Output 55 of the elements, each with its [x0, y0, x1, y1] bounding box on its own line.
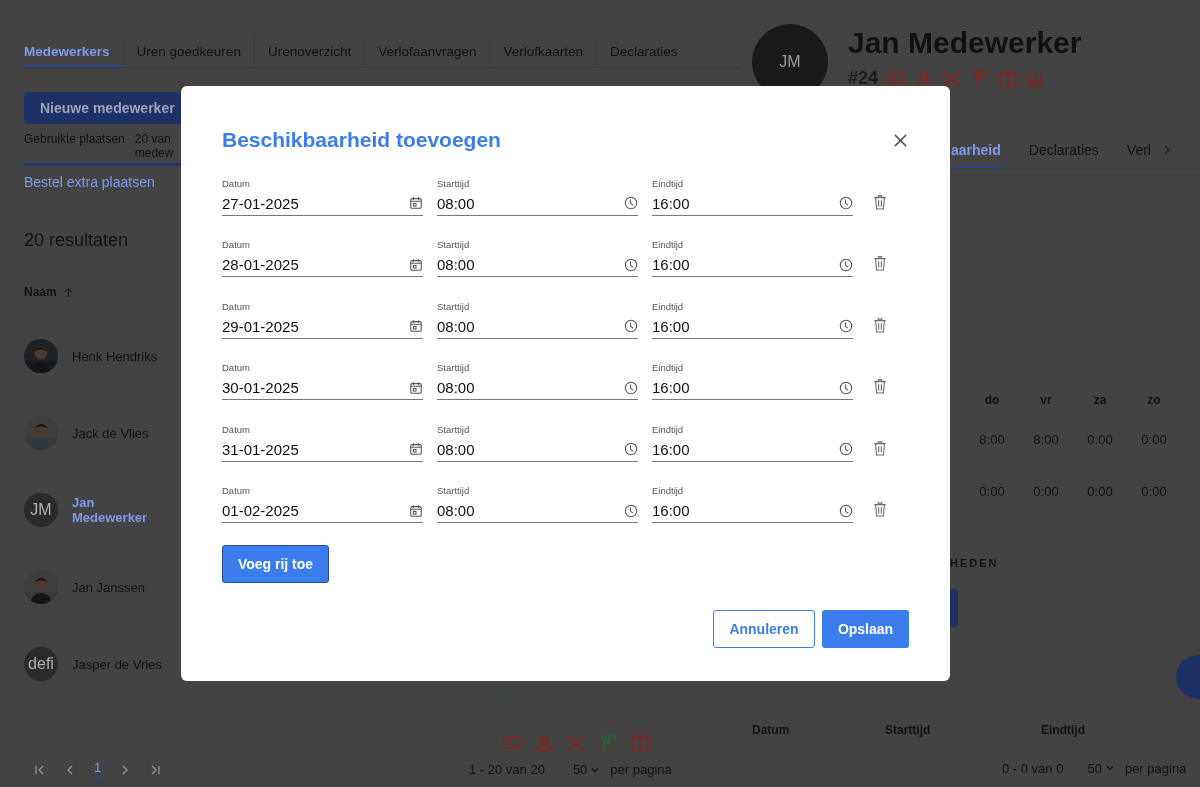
clock-icon[interactable] — [839, 380, 853, 395]
input-field[interactable]: Eindtijd 16:00 — [652, 300, 853, 339]
trash-icon[interactable] — [873, 439, 887, 456]
clock-icon[interactable] — [839, 319, 853, 333]
clock-icon[interactable] — [624, 442, 638, 456]
trash-icon[interactable] — [873, 193, 887, 210]
cancel-button[interactable]: Annuleren — [713, 610, 815, 648]
input-field[interactable]: Starttijd 08:00 — [437, 239, 638, 277]
add-row-button[interactable]: Voeg rij toe — [222, 545, 329, 583]
calendar-icon[interactable] — [409, 319, 423, 333]
calendar-icon[interactable] — [409, 442, 423, 456]
input-field[interactable]: Eindtijd 16:00 — [652, 485, 853, 523]
input-field[interactable]: Datum 27-01-2025 — [222, 177, 423, 216]
input-field[interactable]: Starttijd 08:00 — [437, 177, 638, 216]
input-field[interactable]: Starttijd 08:00 — [437, 423, 638, 462]
employee-name[interactable]: Jan Medewerker — [72, 495, 162, 526]
trash-icon[interactable] — [873, 378, 887, 394]
first-page-icon[interactable] — [34, 763, 46, 776]
avatar: JM — [24, 493, 58, 528]
calendar-icon[interactable] — [409, 380, 423, 395]
input-field[interactable]: Starttijd 08:00 — [437, 362, 638, 400]
avatar: defi — [24, 647, 58, 682]
clock-icon[interactable] — [624, 503, 638, 518]
calendar-icon[interactable] — [409, 503, 423, 518]
input-field[interactable]: Eindtijd 16:00 — [652, 177, 853, 216]
tab[interactable]: Medewerkers — [24, 36, 123, 67]
calendar-icon[interactable] — [409, 196, 423, 210]
dialog-title: Beschikbaarheid toevoegen — [222, 128, 501, 152]
close-icon[interactable] — [893, 132, 908, 148]
input-field[interactable]: Datum 30-01-2025 — [222, 362, 423, 400]
clock-icon[interactable] — [839, 196, 853, 210]
input-field[interactable]: Datum 01-02-2025 — [222, 485, 423, 523]
clock-icon[interactable] — [839, 503, 853, 518]
input-field[interactable]: Eindtijd 16:00 — [652, 362, 853, 400]
clock-icon[interactable] — [624, 380, 638, 395]
calendar-icon[interactable] — [409, 257, 423, 272]
save-button[interactable]: Opslaan — [822, 610, 909, 648]
input-field[interactable]: Starttijd 08:00 — [437, 485, 638, 523]
input-field[interactable]: Datum 28-01-2025 — [222, 239, 423, 277]
input-field[interactable]: Datum 29-01-2025 — [222, 300, 423, 339]
trash-icon[interactable] — [873, 255, 887, 271]
trash-icon[interactable] — [873, 501, 887, 517]
clock-icon[interactable] — [624, 257, 638, 272]
trash-icon[interactable] — [873, 316, 887, 333]
clock-icon[interactable] — [624, 319, 638, 333]
clock-icon[interactable] — [839, 257, 853, 272]
input-field[interactable]: Eindtijd 16:00 — [652, 423, 853, 462]
page-number[interactable]: 1 — [94, 760, 102, 780]
clock-icon[interactable] — [839, 442, 853, 456]
input-field[interactable]: Eindtijd 16:00 — [652, 239, 853, 277]
input-field[interactable]: Datum 31-01-2025 — [222, 423, 423, 462]
clock-icon[interactable] — [624, 196, 638, 210]
order-seats-link[interactable]: Bestel extra plaatsen — [24, 174, 155, 191]
input-field[interactable]: Starttijd 08:00 — [437, 300, 638, 339]
last-page-icon[interactable] — [149, 763, 162, 776]
